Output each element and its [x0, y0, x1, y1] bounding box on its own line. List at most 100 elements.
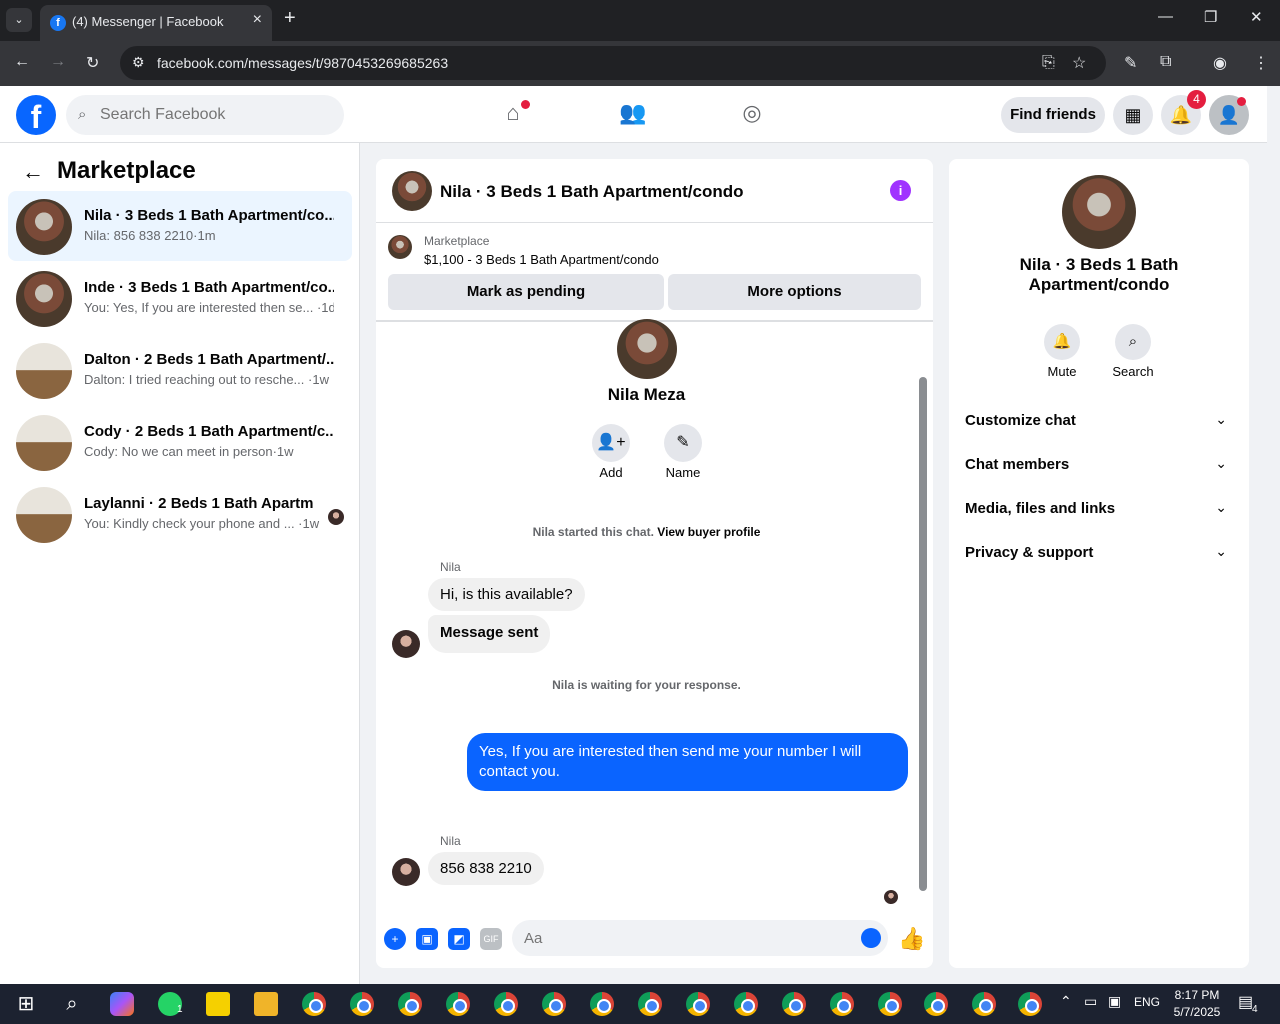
new-tab-icon[interactable]: +	[284, 7, 296, 30]
add-person-icon[interactable]: 👤+	[592, 424, 630, 462]
browser-tab[interactable]: f (4) Messenger | Facebook ×	[40, 5, 272, 41]
conversation-item[interactable]: Cody · 2 Beds 1 Bath Apartment/c... Cody…	[8, 407, 352, 477]
add-label: Add	[599, 465, 623, 480]
sticker-icon[interactable]: ◩	[448, 928, 470, 950]
chat-members-section[interactable]: Chat members ⌄	[957, 445, 1241, 485]
minimize-icon[interactable]: —	[1158, 8, 1173, 25]
customize-chat-section[interactable]: Customize chat ⌄	[957, 401, 1241, 441]
sender-avatar[interactable]	[392, 858, 420, 886]
chrome-icon[interactable]	[924, 992, 948, 1016]
site-info-icon[interactable]: ⚙	[132, 54, 145, 71]
facebook-search[interactable]: ⌕	[66, 95, 344, 135]
facebook-favicon-icon: f	[50, 15, 66, 31]
search-input[interactable]	[100, 95, 330, 135]
tab-search-button[interactable]: ⌄	[6, 8, 32, 32]
address-bar[interactable]: ⚙ facebook.com/messages/t/98704532696852…	[120, 46, 1106, 80]
tray-overflow-icon[interactable]: ⌃	[1060, 993, 1072, 1010]
copilot-icon[interactable]	[110, 992, 134, 1016]
back-icon[interactable]: ←	[14, 53, 30, 71]
install-app-icon[interactable]: ⎘	[1042, 54, 1055, 72]
message-input[interactable]	[524, 920, 844, 956]
conversation-item[interactable]: Nila · 3 Beds 1 Bath Apartment/co... Nil…	[8, 191, 352, 261]
chat-scrollbar[interactable]	[918, 329, 928, 903]
edit-name-icon[interactable]: ✎	[664, 424, 702, 462]
mute-bell-icon[interactable]: 🔔	[1044, 324, 1080, 360]
find-friends-button[interactable]: Find friends	[1001, 97, 1105, 133]
my-message-bubble[interactable]: Yes, If you are interested then send me …	[467, 733, 908, 791]
chrome-icon[interactable]	[1018, 992, 1042, 1016]
bookmark-star-icon[interactable]: ☆	[1072, 53, 1086, 73]
conversation-item[interactable]: Laylanni · 2 Beds 1 Bath Apartm... You: …	[8, 479, 352, 549]
file-explorer-icon[interactable]	[254, 992, 278, 1016]
message-bubble[interactable]: Hi, is this available?	[428, 578, 585, 611]
search-label: Search	[1112, 364, 1154, 379]
thumbs-up-icon[interactable]: 👍	[898, 926, 925, 952]
pen-icon[interactable]: ✎	[1124, 53, 1137, 73]
windows-start-icon[interactable]: ⊞	[14, 992, 38, 1016]
chrome-icon[interactable]	[638, 992, 662, 1016]
chrome-icon[interactable]	[542, 992, 566, 1016]
message-input-box[interactable]	[512, 920, 888, 956]
conversation-item[interactable]: Dalton · 2 Beds 1 Bath Apartment/... Dal…	[8, 335, 352, 405]
sticky-notes-icon[interactable]	[206, 992, 230, 1016]
chrome-icon[interactable]	[446, 992, 470, 1016]
mark-as-pending-button[interactable]: Mark as pending	[388, 274, 664, 310]
contact-avatar[interactable]	[617, 319, 677, 379]
chrome-icon[interactable]	[590, 992, 614, 1016]
friends-icon[interactable]: 👥	[618, 100, 648, 130]
plus-icon[interactable]: +	[384, 928, 406, 950]
listing-thumbnail	[16, 199, 72, 255]
search-icon[interactable]: ⌕	[1115, 324, 1151, 360]
back-arrow-icon[interactable]: ←	[22, 159, 44, 185]
message-bubble[interactable]: 856 838 2210	[428, 852, 544, 885]
listing-thumbnail[interactable]	[388, 235, 412, 259]
media-files-section[interactable]: Media, files and links ⌄	[957, 489, 1241, 529]
device-icon[interactable]: ▭	[1084, 993, 1097, 1010]
chat-avatar[interactable]	[392, 171, 432, 211]
more-options-button[interactable]: More options	[668, 274, 921, 310]
scrollbar-thumb[interactable]	[919, 377, 927, 891]
chrome-icon[interactable]	[686, 992, 710, 1016]
maximize-icon[interactable]: ❐	[1204, 8, 1217, 26]
profile-icon[interactable]: ◉	[1213, 53, 1227, 73]
extensions-icon[interactable]: ⧉	[1160, 53, 1171, 71]
browser-menu-icon[interactable]: ⋮	[1253, 53, 1269, 73]
chrome-icon[interactable]	[878, 992, 902, 1016]
search-icon[interactable]: ⌕	[60, 992, 84, 1016]
groups-icon[interactable]: ◎	[737, 100, 767, 130]
photo-icon[interactable]: ▣	[416, 928, 438, 950]
chrome-icon[interactable]	[350, 992, 374, 1016]
forward-icon[interactable]: →	[50, 53, 66, 71]
home-notification-dot	[521, 100, 530, 109]
notifications-icon[interactable]: ▤	[1238, 992, 1253, 1012]
language-indicator[interactable]: ENG	[1134, 995, 1160, 1009]
windows-taskbar: ⊞ ⌕ 1 ⌃ ▭ ▣ ENG 8:17 PM 5/7/2025 ▤ 4	[0, 984, 1280, 1024]
view-buyer-profile-link[interactable]: View buyer profile	[657, 525, 760, 539]
info-icon[interactable]: i	[890, 180, 911, 201]
listing-price[interactable]: $1,100 - 3 Beds 1 Bath Apartment/condo	[424, 252, 659, 267]
whatsapp-badge: 1	[177, 1004, 183, 1015]
clock[interactable]: 8:17 PM 5/7/2025	[1172, 987, 1222, 1021]
listing-avatar[interactable]	[1062, 175, 1136, 249]
chrome-icon[interactable]	[972, 992, 996, 1016]
privacy-support-section[interactable]: Privacy & support ⌄	[957, 533, 1241, 573]
close-tab-icon[interactable]: ×	[253, 11, 262, 29]
chrome-icon[interactable]	[782, 992, 806, 1016]
reload-icon[interactable]: ↻	[86, 53, 99, 73]
conversation-item[interactable]: Inde · 3 Beds 1 Bath Apartment/co... You…	[8, 263, 352, 333]
chat-title[interactable]: Nila · 3 Beds 1 Bath Apartment/condo	[440, 182, 744, 202]
chrome-icon[interactable]	[302, 992, 326, 1016]
message-bubble[interactable]: Message sent	[428, 615, 551, 653]
chrome-icon[interactable]	[494, 992, 518, 1016]
gif-icon[interactable]: GIF	[480, 928, 502, 950]
chrome-icon[interactable]	[734, 992, 758, 1016]
emoji-icon[interactable]	[861, 928, 881, 948]
network-icon[interactable]: ▣	[1108, 993, 1121, 1010]
chrome-icon[interactable]	[830, 992, 854, 1016]
facebook-logo-icon[interactable]: f	[16, 95, 56, 135]
chrome-icon[interactable]	[398, 992, 422, 1016]
page-scrollbar[interactable]	[1267, 86, 1280, 984]
sender-avatar[interactable]	[392, 630, 420, 658]
close-window-icon[interactable]: ✕	[1250, 8, 1263, 26]
menu-grid-icon[interactable]: ▦	[1113, 95, 1153, 135]
